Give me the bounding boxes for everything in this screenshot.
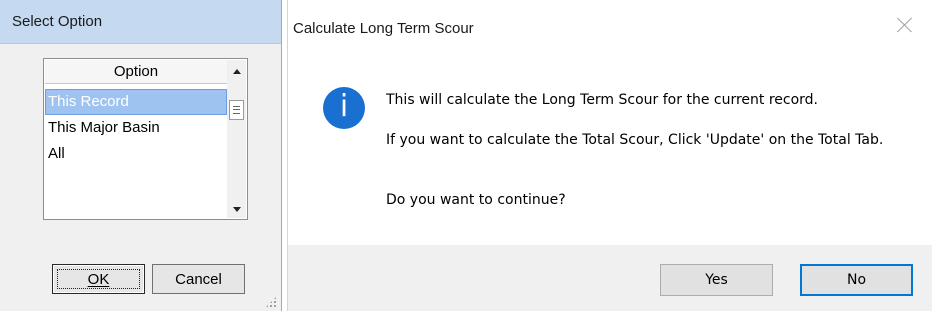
cancel-button-label: Cancel <box>175 270 222 288</box>
resize-grip-icon[interactable] <box>265 296 277 308</box>
dialog-title: Calculate Long Term Scour <box>293 20 474 37</box>
scroll-up-arrow-icon[interactable] <box>227 62 246 80</box>
info-glyph: i <box>339 89 349 124</box>
no-button[interactable]: No <box>800 264 913 296</box>
grip-icon <box>233 106 240 114</box>
scroll-down-arrow-icon[interactable] <box>227 200 246 218</box>
dialog-title: Select Option <box>12 13 103 30</box>
message-line-2: If you want to calculate the Total Scour… <box>386 132 884 148</box>
focus-rectangle <box>57 269 140 289</box>
calculate-scour-dialog: Calculate Long Term Scour i This will ca… <box>287 0 932 311</box>
dialog-button-bar: Yes No <box>288 245 932 311</box>
list-column-header[interactable]: Option <box>45 60 227 84</box>
scrollbar-thumb[interactable] <box>229 100 244 120</box>
vertical-scrollbar[interactable] <box>227 60 246 218</box>
message-line-3: Do you want to continue? <box>386 192 566 208</box>
close-icon[interactable] <box>894 14 916 36</box>
list-item-all[interactable]: All <box>45 141 227 167</box>
list-item-this-major-basin[interactable]: This Major Basin <box>45 115 227 141</box>
option-listbox[interactable]: Option This Record This Major Basin All <box>43 58 248 220</box>
cancel-button[interactable]: Cancel <box>152 264 245 294</box>
list-header-label: Option <box>113 63 159 80</box>
list-item-this-record[interactable]: This Record <box>45 89 227 115</box>
select-option-titlebar[interactable]: Select Option <box>0 0 281 44</box>
ok-button[interactable]: OK <box>52 264 145 294</box>
select-option-dialog: Select Option Option This Record This Ma… <box>0 0 282 311</box>
yes-button[interactable]: Yes <box>660 264 773 296</box>
message-line-1: This will calculate the Long Term Scour … <box>386 92 819 108</box>
info-icon: i <box>323 87 365 129</box>
